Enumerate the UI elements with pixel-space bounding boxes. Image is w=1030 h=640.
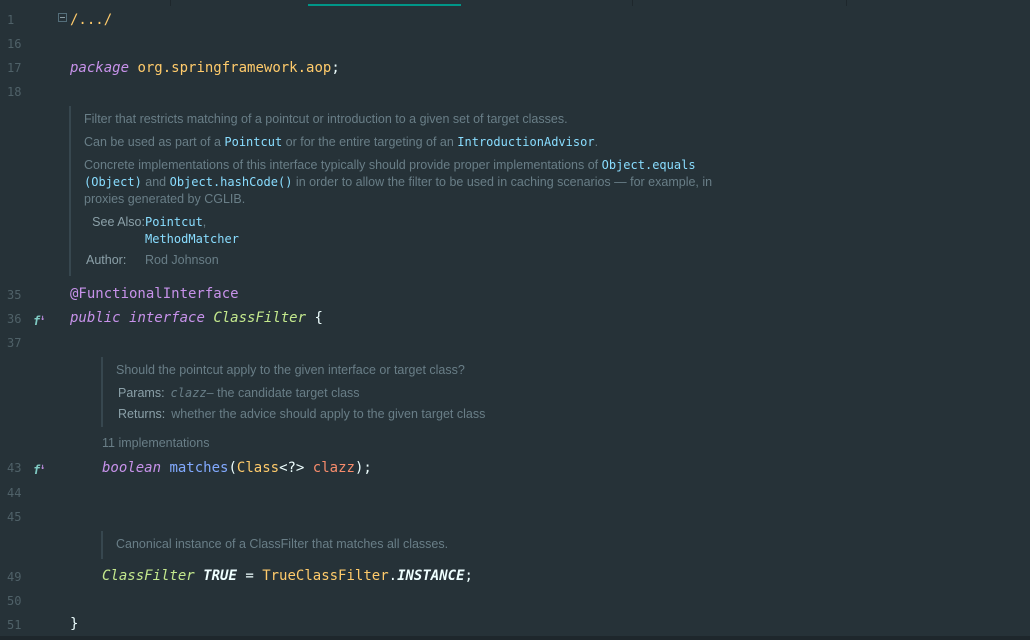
interface-declaration: public interface ClassFilter { [70,310,323,326]
doc-paragraph: Should the pointcut apply to the given i… [116,363,465,377]
line-gutter[interactable]: 1 16 17 18 35 36 37 43 44 45 49 50 51 f↓… [0,0,58,640]
tab-strip [0,0,1030,6]
tab-separator [170,0,171,6]
doc-link-object-equals[interactable]: Object.equals [602,158,696,172]
package-declaration: package org.springframework.aop; [70,60,340,76]
doc-author: Author: Rod Johnson [86,253,219,267]
line-number: 37 [7,336,22,350]
annotation-functional-interface: @FunctionalInterface [70,286,239,302]
closing-brace: } [70,616,79,632]
doc-paragraph: Can be used as part of a Pointcut or for… [84,135,599,149]
doc-see-also: See Also: Pointcut, MethodMatcher [92,215,239,246]
doc-returns: Returns: whether the advice should apply… [118,407,486,421]
method-doc-comment: Should the pointcut apply to the given i… [116,362,716,423]
line-number: 1 [7,13,15,27]
doc-paragraph: Filter that restricts matching of a poin… [84,112,568,126]
implementations-hint[interactable]: 11 implementations [102,436,209,450]
method-matches: boolean matches(Class<?> clazz); [102,460,372,476]
implemented-interface-icon[interactable]: f↓ [33,311,45,328]
field-true: ClassFilter TRUE = TrueClassFilter.INSTA… [102,568,473,584]
method-doc-bar [101,357,103,427]
class-doc-bar [69,106,71,276]
line-number: 16 [7,37,22,51]
see-also-method-matcher[interactable]: MethodMatcher [145,232,239,246]
line-number: 35 [7,288,22,302]
line-number: 44 [7,486,22,500]
fold-toggle-icon[interactable] [58,13,67,22]
line-number: 36 [7,312,22,326]
line-number: 49 [7,570,22,584]
line-number: 45 [7,510,22,524]
tab-separator [846,0,847,6]
field-doc-comment: Canonical instance of a ClassFilter that… [116,537,449,551]
line-number: 51 [7,618,22,632]
doc-paragraph: Concrete implementations of this interfa… [84,158,713,206]
doc-link-pointcut[interactable]: Pointcut [224,135,282,149]
line-number: 50 [7,594,22,608]
active-tab-indicator[interactable] [308,4,461,6]
field-doc-bar [101,531,103,559]
tab-separator [632,0,633,6]
implemented-method-icon[interactable]: f↓ [33,460,45,477]
line-number: 18 [7,85,22,99]
doc-params: Params: clazz – the candidate target cla… [118,386,360,400]
doc-link-object-hashcode[interactable]: Object.hashCode() [170,175,293,189]
line-number: 17 [7,61,22,75]
class-doc-comment: Filter that restricts matching of a poin… [84,111,764,269]
doc-link-introduction-advisor[interactable]: IntroductionAdvisor [457,135,594,149]
line-number: 43 [7,461,22,475]
folded-imports[interactable]: /.../ [70,12,112,28]
see-also-pointcut[interactable]: Pointcut [145,215,203,229]
editor-bottom-border [0,636,1030,640]
